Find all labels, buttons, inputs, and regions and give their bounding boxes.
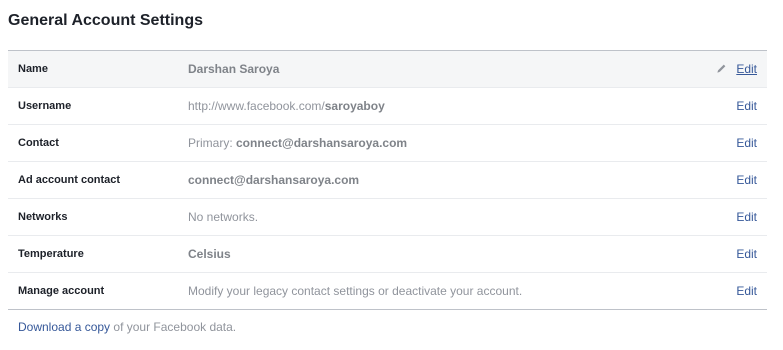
row-label: Name [18,63,48,75]
row-value: Primary: connect@darshansaroya.com [188,125,407,161]
edit-temperature-link[interactable]: Edit [736,236,757,272]
username-value: saroyaboy [324,99,385,113]
row-label: Networks [18,211,68,223]
row-value: No networks. [188,210,259,224]
name-value: Darshan Saroya [188,62,280,76]
settings-row-networks[interactable]: Networks No networks. Edit [8,198,767,235]
row-value: Darshan Saroya [188,51,279,87]
footer-note: Download a copy of your Facebook data. [18,318,236,336]
contact-prefix: Primary: [188,136,236,150]
footer-suffix: of your Facebook data. [110,320,237,334]
row-label: Manage account [18,285,105,297]
settings-table: Name Darshan Saroya Edit Username http:/… [8,50,767,310]
username-prefix: http://www.facebook.com/ [188,99,325,113]
edit-username-link[interactable]: Edit [736,88,757,124]
temperature-value: Celsius [188,247,231,261]
settings-row-username[interactable]: Username http://www.facebook.com/saroyab… [8,87,767,124]
row-value: Modify your legacy contact settings or d… [188,284,523,298]
row-label: Username [18,100,72,112]
row-value: connect@darshansaroya.com [188,162,359,198]
ad-contact-email: connect@darshansaroya.com [188,173,360,187]
settings-row-temperature[interactable]: Temperature Celsius Edit [8,235,767,272]
edit-ad-contact-link[interactable]: Edit [736,162,757,198]
settings-row-manage-account[interactable]: Manage account Modify your legacy contac… [8,272,767,309]
row-label: Ad account contact [18,174,121,186]
edit-contact-link[interactable]: Edit [736,125,757,161]
row-label: Temperature [18,248,84,260]
edit-manage-account-link[interactable]: Edit [736,273,757,309]
row-value: Celsius [188,236,231,272]
page-title: General Account Settings [8,12,203,29]
edit-name-link[interactable]: Edit [736,51,757,87]
pencil-icon [717,64,726,73]
settings-row-contact[interactable]: Contact Primary: connect@darshansaroya.c… [8,124,767,161]
edit-networks-link[interactable]: Edit [736,199,757,235]
contact-email: connect@darshansaroya.com [236,136,408,150]
row-label: Contact [18,137,59,149]
download-copy-link[interactable]: Download a copy [18,320,110,334]
settings-row-name[interactable]: Name Darshan Saroya Edit [8,51,767,87]
row-value: http://www.facebook.com/saroyaboy [188,88,385,124]
settings-row-ad-account-contact[interactable]: Ad account contact connect@darshansaroya… [8,161,767,198]
